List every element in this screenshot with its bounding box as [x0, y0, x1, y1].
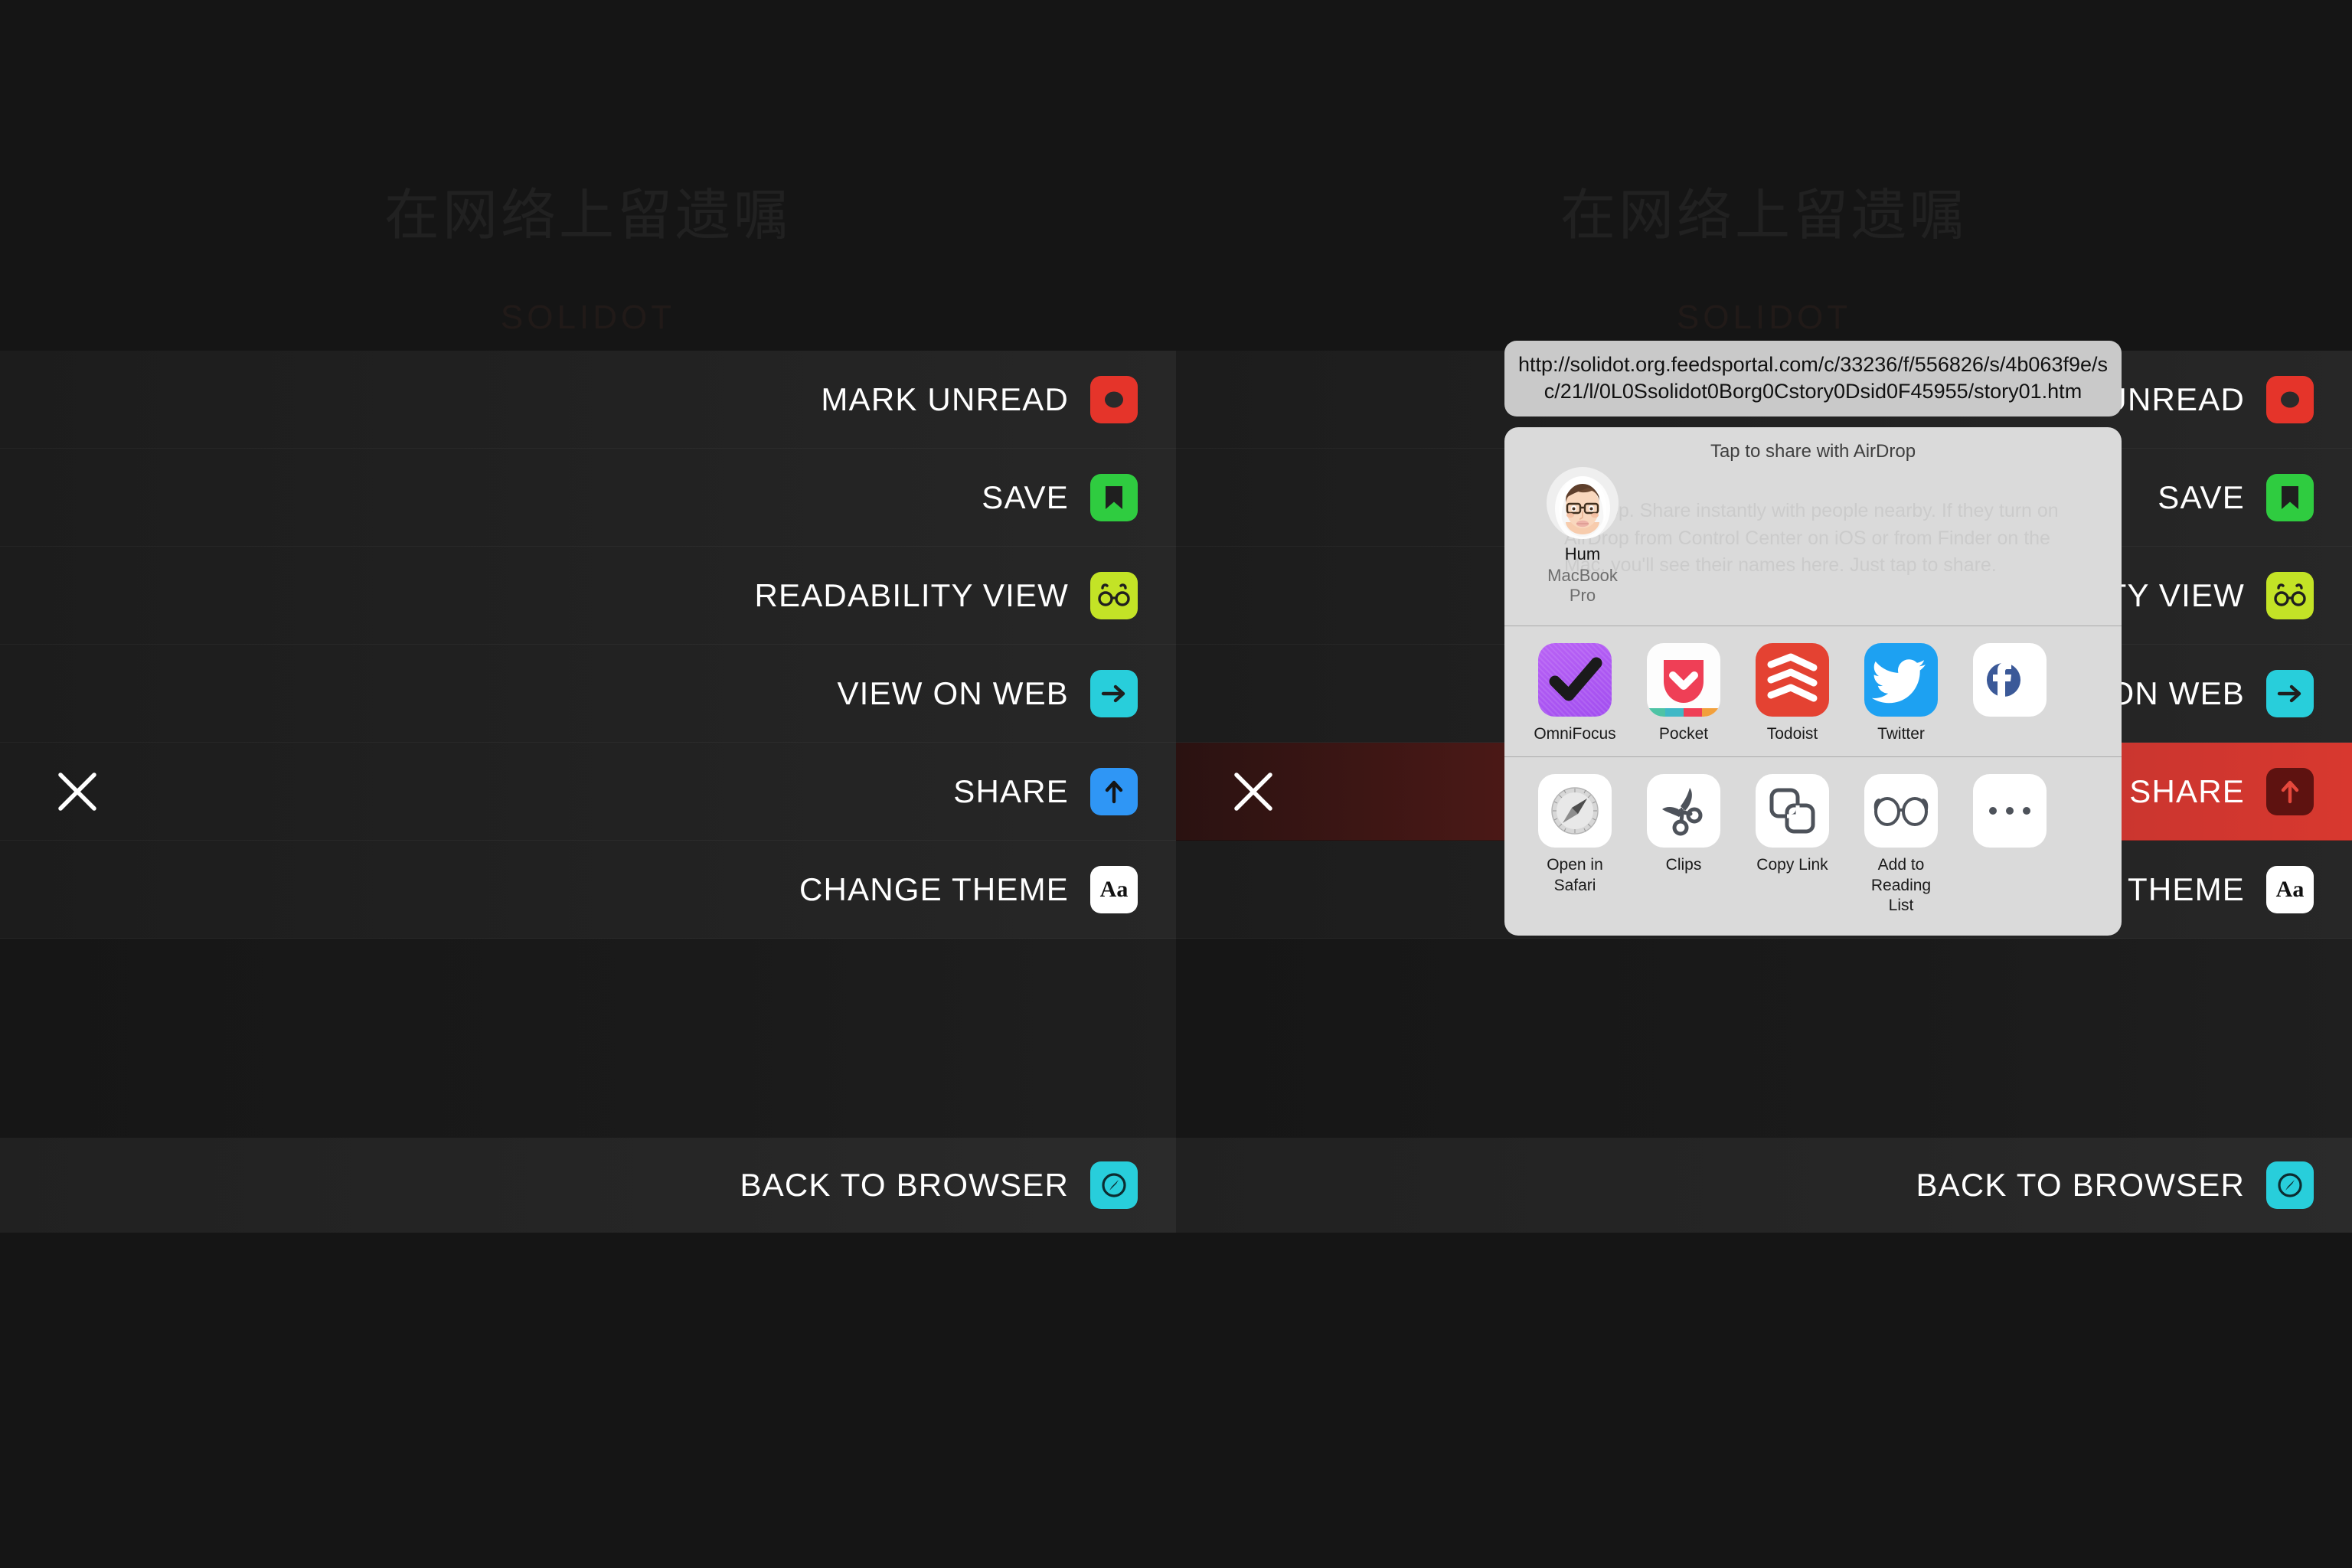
more-icon [1973, 774, 2047, 848]
share-action-more-partial[interactable] [1965, 774, 2054, 916]
airdrop-hint: AirDrop. Share instantly with people nea… [1564, 500, 2059, 577]
share-action-add-to-reading-list[interactable]: Add to Reading List [1857, 774, 1945, 916]
action-label: Copy Link [1756, 856, 1828, 874]
menu-item-label: SAVE [2158, 479, 2245, 515]
screenshot-stage: 在网络上留遗嘱 SOLIDOT aeon.co MARK UNREAD SAVE [0, 0, 2352, 1568]
share-app-omnifocus[interactable]: OmniFocus [1530, 643, 1619, 744]
article-source: SOLIDOT [1676, 299, 1852, 336]
menu-item-share[interactable]: SHARE [0, 743, 1176, 841]
omnifocus-icon [1538, 643, 1612, 717]
shared-url-bubble: http://solidot.org.feedsportal.com/c/332… [1504, 341, 2122, 417]
back-to-browser-label: BACK TO BROWSER [1916, 1167, 2245, 1203]
action-menu-left: MARK UNREAD SAVE READABILITY VIEW VIEW O… [0, 351, 1176, 1233]
menu-item-view-on-web[interactable]: VIEW ON WEB [0, 645, 1176, 743]
menu-item-label: VIEW ON WEB [837, 675, 1069, 711]
recipient-device: MacBook Pro [1547, 566, 1618, 606]
arrow-right-icon [2266, 669, 2314, 717]
todoist-icon [1756, 643, 1829, 717]
article-source: SOLIDOT [500, 299, 676, 336]
menu-item-label: SHARE [953, 773, 1069, 809]
pocket-color-strip [1647, 708, 1720, 717]
airdrop-section: Tap to share with AirDrop AirDrop. Share… [1504, 427, 2122, 626]
safari-icon [1538, 774, 1612, 848]
bookmark-icon [1090, 473, 1138, 521]
share-action-open-in-safari[interactable]: Open in Safari [1530, 774, 1619, 916]
app-label: Twitter [1877, 725, 1925, 743]
glasses-icon [2266, 571, 2314, 619]
app-label: Todoist [1766, 725, 1818, 743]
twitter-icon [1864, 643, 1938, 717]
copy-link-icon [1756, 774, 1829, 848]
app-label: Pocket [1658, 725, 1709, 743]
share-app-todoist[interactable]: Todoist [1748, 643, 1837, 744]
back-to-browser-button[interactable]: BACK TO BROWSER [0, 1138, 1176, 1233]
record-circle-icon [1090, 375, 1138, 423]
app-label: OmniFocus [1534, 725, 1616, 743]
share-action-clips[interactable]: Clips [1639, 774, 1728, 916]
share-apps-row: OmniFocus Pocket Todoist Twitter [1504, 626, 2122, 756]
arrow-up-icon [2266, 767, 2314, 815]
compass-icon [2266, 1161, 2314, 1209]
airdrop-recipient[interactable]: Hum MacBook Pro [1537, 467, 1628, 606]
bookmark-icon [2266, 473, 2314, 521]
left-screenshot: 在网络上留遗嘱 SOLIDOT aeon.co MARK UNREAD SAVE [0, 0, 1176, 1568]
reading-glasses-icon [1864, 774, 1938, 848]
menu-rows: MARK UNREAD SAVE READABILITY VIEW [0, 351, 1176, 939]
arrow-right-icon [1090, 669, 1138, 717]
airdrop-title: Tap to share with AirDrop [1710, 441, 1916, 462]
menu-item-label: READABILITY VIEW [754, 577, 1069, 613]
menu-item-change-theme[interactable]: CHANGE THEME Aa [0, 841, 1176, 939]
menu-item-mark-unread[interactable]: MARK UNREAD [0, 351, 1176, 449]
record-circle-icon [2266, 375, 2314, 423]
share-sheet-card: Tap to share with AirDrop AirDrop. Share… [1504, 427, 2122, 936]
menu-item-save[interactable]: SAVE [0, 449, 1176, 547]
compass-icon [1090, 1161, 1138, 1209]
action-label: Open in Safari [1547, 856, 1603, 894]
action-label: Clips [1665, 856, 1702, 874]
article-title: 在网络上留遗嘱 [1560, 183, 1968, 247]
menu-item-readability-view[interactable]: READABILITY VIEW [0, 547, 1176, 645]
glasses-icon [1090, 571, 1138, 619]
share-actions-row: Open in Safari Clips Copy Link Add to Re… [1504, 757, 2122, 936]
scissors-icon [1647, 774, 1720, 848]
menu-item-label: SHARE [2129, 773, 2245, 809]
arrow-up-icon [1090, 767, 1138, 815]
close-icon[interactable] [55, 769, 100, 814]
aa-text-icon: Aa [2266, 865, 2314, 913]
menu-item-label: MARK UNREAD [821, 381, 1069, 417]
close-icon[interactable] [1231, 769, 1276, 814]
back-to-browser-label: BACK TO BROWSER [740, 1167, 1069, 1203]
menu-item-label: SAVE [982, 479, 1069, 515]
share-app-facebook-partial[interactable] [1965, 643, 2054, 744]
article-title: 在网络上留遗嘱 [384, 183, 792, 247]
share-action-copy-link[interactable]: Copy Link [1748, 774, 1837, 916]
pocket-icon [1647, 643, 1720, 717]
menu-item-label: CHANGE THEME [799, 871, 1069, 907]
menu-filler [1176, 939, 2352, 1138]
facebook-icon [1973, 643, 2047, 717]
action-label: Add to Reading List [1870, 856, 1932, 914]
recipient-name: Hum [1564, 544, 1601, 564]
menu-filler [0, 939, 1176, 1138]
share-app-twitter[interactable]: Twitter [1857, 643, 1945, 744]
ios-share-sheet: http://solidot.org.feedsportal.com/c/332… [1504, 341, 2122, 936]
avatar [1547, 467, 1619, 540]
back-to-browser-button[interactable]: BACK TO BROWSER [1176, 1138, 2352, 1233]
share-app-pocket[interactable]: Pocket [1639, 643, 1728, 744]
aa-text-icon: Aa [1090, 865, 1138, 913]
